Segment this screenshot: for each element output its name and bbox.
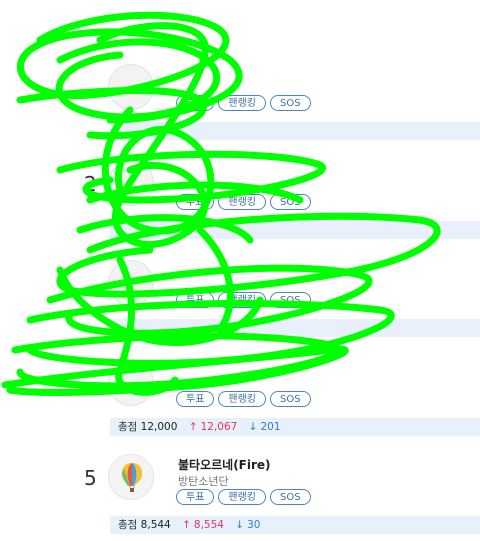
score-bar	[110, 319, 480, 337]
arrow-up-icon: ↑	[182, 519, 191, 531]
arrow-up-icon: ↑	[188, 421, 198, 433]
vote-button[interactable]: 투표	[176, 391, 215, 407]
score-bar	[110, 221, 480, 239]
fan-rank-button[interactable]: 팬랭킹	[218, 95, 267, 111]
vote-button[interactable]: 투표	[176, 292, 215, 308]
total-label: 총점	[118, 421, 138, 433]
sos-button[interactable]: SOS	[270, 292, 311, 308]
album-thumbnail[interactable]	[108, 64, 154, 110]
album-thumbnail[interactable]	[108, 360, 154, 406]
total-score: 8,544	[140, 519, 171, 531]
fan-rank-button[interactable]: 팬랭킹	[218, 391, 267, 407]
vote-button[interactable]: 투표	[176, 489, 215, 505]
artist-name: 방탄소년단	[178, 475, 229, 488]
album-thumbnail[interactable]	[108, 160, 154, 206]
vote-button[interactable]: 투표	[176, 95, 215, 111]
up-score: 12,067	[200, 421, 238, 433]
score-bar: 총점 8,544 ↑ 8,554 ↓ 30	[110, 516, 480, 534]
sos-button[interactable]: SOS	[270, 194, 311, 210]
song-title[interactable]: 불타오르네(Fire)	[178, 456, 271, 473]
vote-button[interactable]: 투표	[176, 194, 215, 210]
score-bar	[110, 122, 480, 140]
fan-rank-button[interactable]: 팬랭킹	[218, 489, 267, 505]
sos-button[interactable]: SOS	[270, 95, 311, 111]
rank-number: 2	[84, 172, 97, 196]
rank-number: 5	[84, 466, 97, 490]
total-score: 12,000	[140, 421, 178, 433]
fan-rank-button[interactable]: 팬랭킹	[218, 292, 267, 308]
down-score: 30	[247, 519, 261, 531]
album-thumbnail[interactable]	[108, 260, 154, 306]
arrow-down-icon: ↓	[248, 421, 258, 433]
album-thumbnail[interactable]	[108, 454, 154, 500]
sos-button[interactable]: SOS	[270, 489, 311, 505]
sos-button[interactable]: SOS	[270, 391, 311, 407]
fan-rank-button[interactable]: 팬랭킹	[218, 194, 267, 210]
score-bar: 총점 12,000 ↑ 12,067 ↓ 201	[110, 418, 480, 436]
down-score: 201	[260, 421, 281, 433]
hot-air-balloon-icon	[109, 455, 153, 499]
arrow-down-icon: ↓	[235, 519, 245, 531]
total-label: 총점	[118, 519, 138, 531]
up-score: 8,554	[193, 519, 224, 531]
